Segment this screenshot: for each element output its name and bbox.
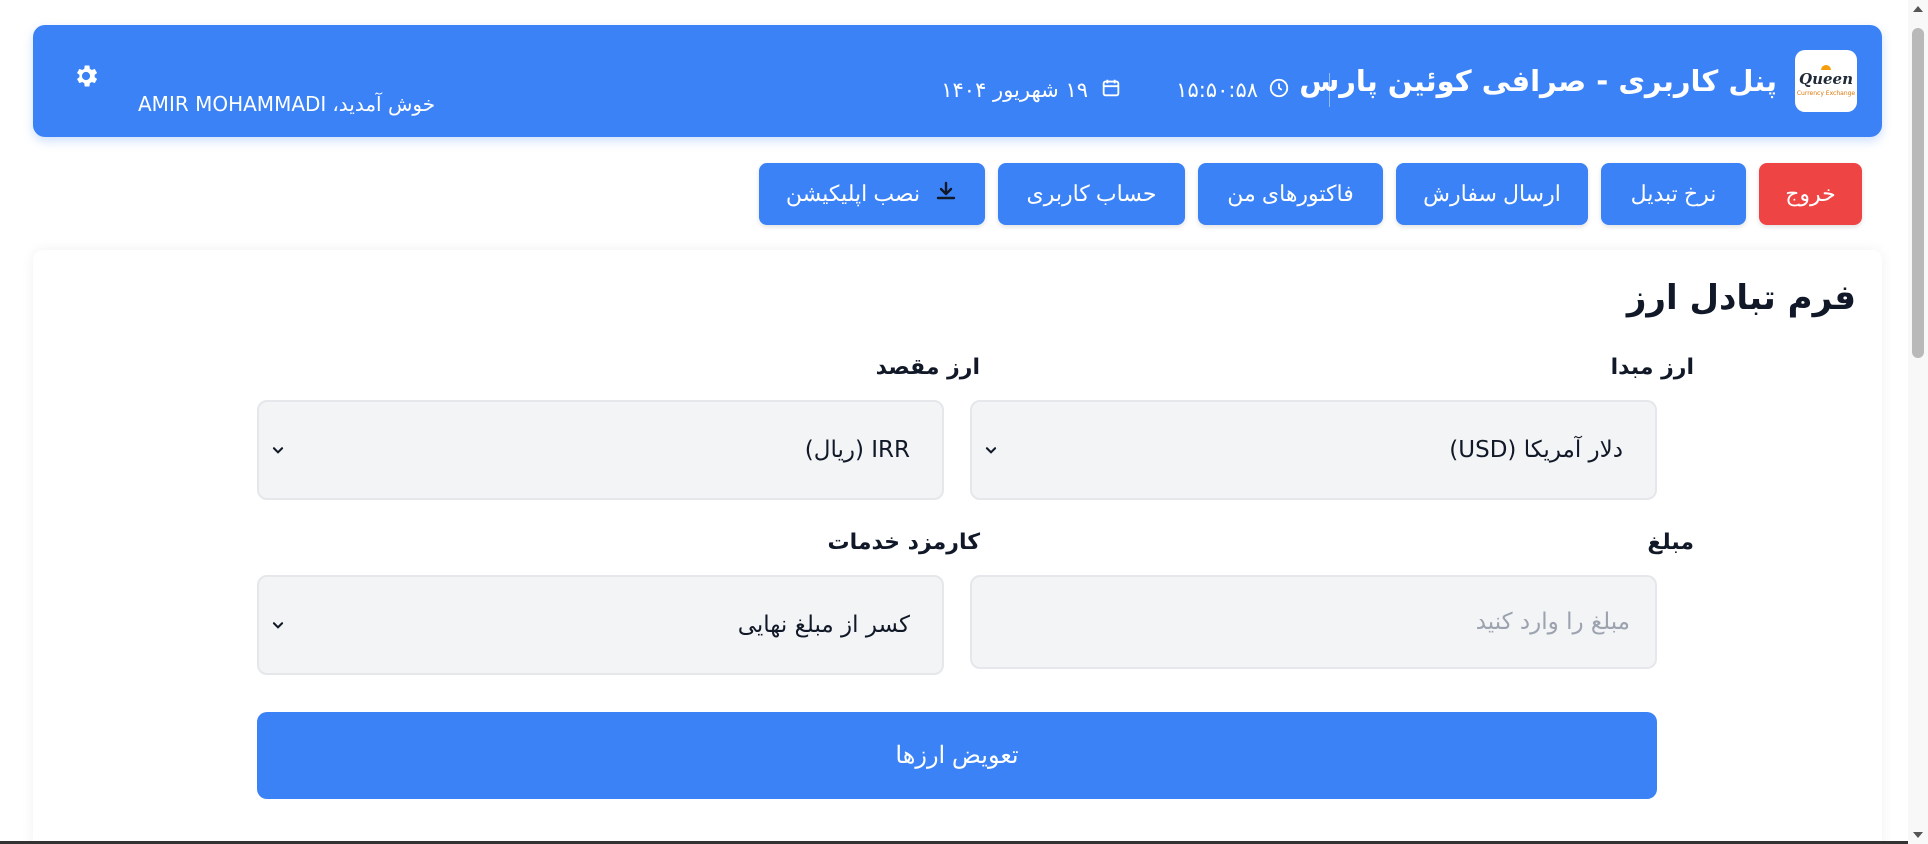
target-currency-label: ارز مقصد: [875, 355, 980, 380]
date: ۱۹ شهریور ۱۴۰۴: [941, 75, 1122, 105]
send-order-label: ارسال سفارش: [1423, 181, 1561, 206]
account-button[interactable]: حساب کاربری: [998, 163, 1185, 225]
install-app-button[interactable]: نصب اپلیکیشن: [759, 163, 985, 225]
welcome-message: خوش آمدید، AMIR MOHAMMADI: [138, 89, 435, 119]
clock-icon: [1268, 77, 1290, 104]
page: Queen Currency Exchange پنل کاربری - صرا…: [0, 0, 1908, 844]
date-text: ۱۹ شهریور ۱۴۰۴: [941, 78, 1088, 102]
brand: Queen Currency Exchange پنل کاربری - صرا…: [1299, 50, 1857, 112]
logo-subtitle: Currency Exchange: [1796, 90, 1856, 97]
chevron-down-icon: [982, 441, 1000, 459]
page-title: پنل کاربری - صرافی کوئین پارس: [1299, 64, 1777, 98]
install-app-label: نصب اپلیکیشن: [785, 181, 921, 206]
app-header: Queen Currency Exchange پنل کاربری - صرا…: [33, 25, 1882, 137]
logout-label: خروج: [1785, 181, 1836, 206]
account-label: حساب کاربری: [1026, 181, 1157, 206]
my-invoices-button[interactable]: فاکتورهای من: [1198, 163, 1383, 225]
swap-currencies-button[interactable]: تعویض ارزها: [257, 712, 1657, 799]
nav-bar: خروج نرخ تبدیل ارسال سفارش فاکتورهای من …: [759, 163, 1862, 225]
exchange-form-card: فرم تبادل ارز ارز مبدا دلار آمریکا (USD)…: [33, 250, 1882, 844]
chevron-down-icon: [269, 441, 287, 459]
rates-button[interactable]: نرخ تبدیل: [1601, 163, 1746, 225]
amount-label: مبلغ: [1647, 530, 1694, 555]
send-order-button[interactable]: ارسال سفارش: [1396, 163, 1588, 225]
target-currency-select[interactable]: IRR (ریال): [257, 400, 944, 500]
form-title: فرم تبادل ارز: [1626, 278, 1856, 318]
my-invoices-label: فاکتورهای من: [1227, 181, 1354, 206]
source-currency-select[interactable]: دلار آمریکا (USD): [970, 400, 1657, 500]
logo-word: Queen: [1799, 70, 1853, 88]
target-currency-value: IRR (ریال): [804, 437, 910, 463]
amount-input[interactable]: [972, 577, 1655, 667]
username: AMIR MOHAMMADI: [138, 92, 327, 116]
fee-select[interactable]: کسر از مبلغ نهایی: [257, 575, 944, 675]
fee-label: کارمزد خدمات: [827, 530, 980, 555]
calendar-icon: [1100, 77, 1122, 104]
chevron-down-icon: [269, 616, 287, 634]
logout-button[interactable]: خروج: [1759, 163, 1862, 225]
brand-logo: Queen Currency Exchange: [1795, 50, 1857, 112]
scrollbar-thumb[interactable]: [1912, 28, 1924, 358]
scroll-down-icon[interactable]: [1913, 832, 1923, 838]
page-scrollbar[interactable]: [1908, 0, 1928, 844]
gear-icon: [72, 62, 100, 94]
download-icon: [934, 179, 958, 209]
amount-field[interactable]: [970, 575, 1657, 669]
fee-value: کسر از مبلغ نهایی: [737, 612, 910, 638]
scroll-up-icon[interactable]: [1913, 6, 1923, 12]
source-currency-value: دلار آمریکا (USD): [1449, 437, 1623, 463]
rates-label: نرخ تبدیل: [1630, 181, 1717, 206]
clock: ۱۵:۵۰:۵۸: [1176, 75, 1290, 105]
header-divider: [1329, 73, 1330, 107]
welcome-label: خوش آمدید،: [332, 92, 436, 116]
source-currency-label: ارز مبدا: [1610, 355, 1694, 380]
settings-button[interactable]: [71, 63, 101, 93]
clock-time: ۱۵:۵۰:۵۸: [1176, 78, 1258, 102]
